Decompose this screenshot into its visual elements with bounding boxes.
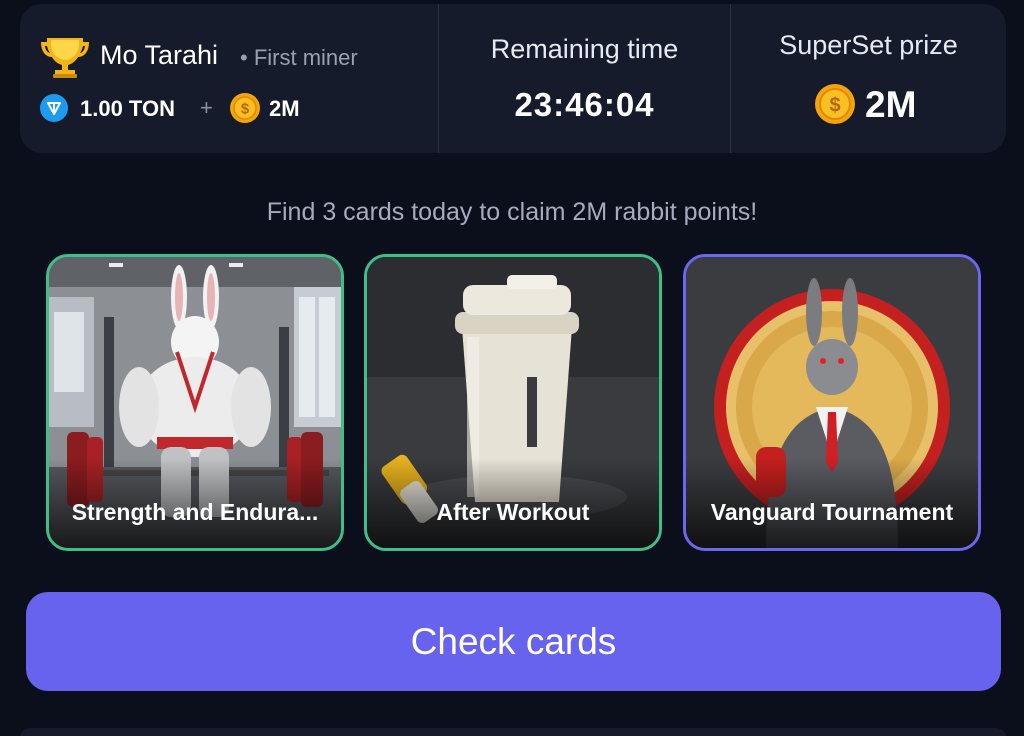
- next-panel-edge: [20, 728, 1006, 736]
- svg-text:$: $: [829, 95, 840, 117]
- winner-name: Mo Tarahi: [100, 40, 219, 70]
- trophy-icon: [41, 38, 89, 78]
- instruction-text: Find 3 cards today to claim 2M rabbit po…: [266, 198, 758, 226]
- card-label: Strength and Endura...: [71, 499, 319, 525]
- coin-icon: $: [815, 84, 855, 124]
- card-label: After Workout: [436, 499, 590, 525]
- timer-value: 23:46:04: [514, 86, 655, 123]
- ton-amount: 1.00 TON: [80, 96, 175, 121]
- check-cards-button[interactable]: Check cards: [26, 592, 1001, 691]
- winner-section: Mo Tarahi • First miner 1.00 TON + $ 2M: [20, 4, 438, 153]
- prize-title: SuperSet prize: [779, 30, 958, 60]
- svg-text:$: $: [241, 101, 250, 118]
- plus-sign: +: [200, 95, 213, 120]
- winner-coin-amount: 2M: [269, 96, 300, 121]
- card-label: Vanguard Tournament: [710, 499, 954, 525]
- prize-value: 2M: [865, 84, 917, 125]
- card-vanguard-tournament[interactable]: Vanguard Tournament: [683, 254, 981, 551]
- timer-title: Remaining time: [490, 34, 679, 64]
- superset-page: Mo Tarahi • First miner 1.00 TON + $ 2M …: [0, 0, 1024, 736]
- coin-icon: $: [230, 93, 260, 123]
- prize-section: SuperSet prize $ 2M: [730, 4, 1006, 153]
- info-panel: Mo Tarahi • First miner 1.00 TON + $ 2M …: [20, 4, 1006, 153]
- card-after-workout[interactable]: After Workout: [364, 254, 662, 551]
- ton-icon: [40, 94, 68, 122]
- winner-rank: • First miner: [240, 45, 358, 70]
- card-strength-endurance[interactable]: Strength and Endura...: [46, 254, 344, 551]
- timer-section: Remaining time 23:46:04: [438, 4, 730, 153]
